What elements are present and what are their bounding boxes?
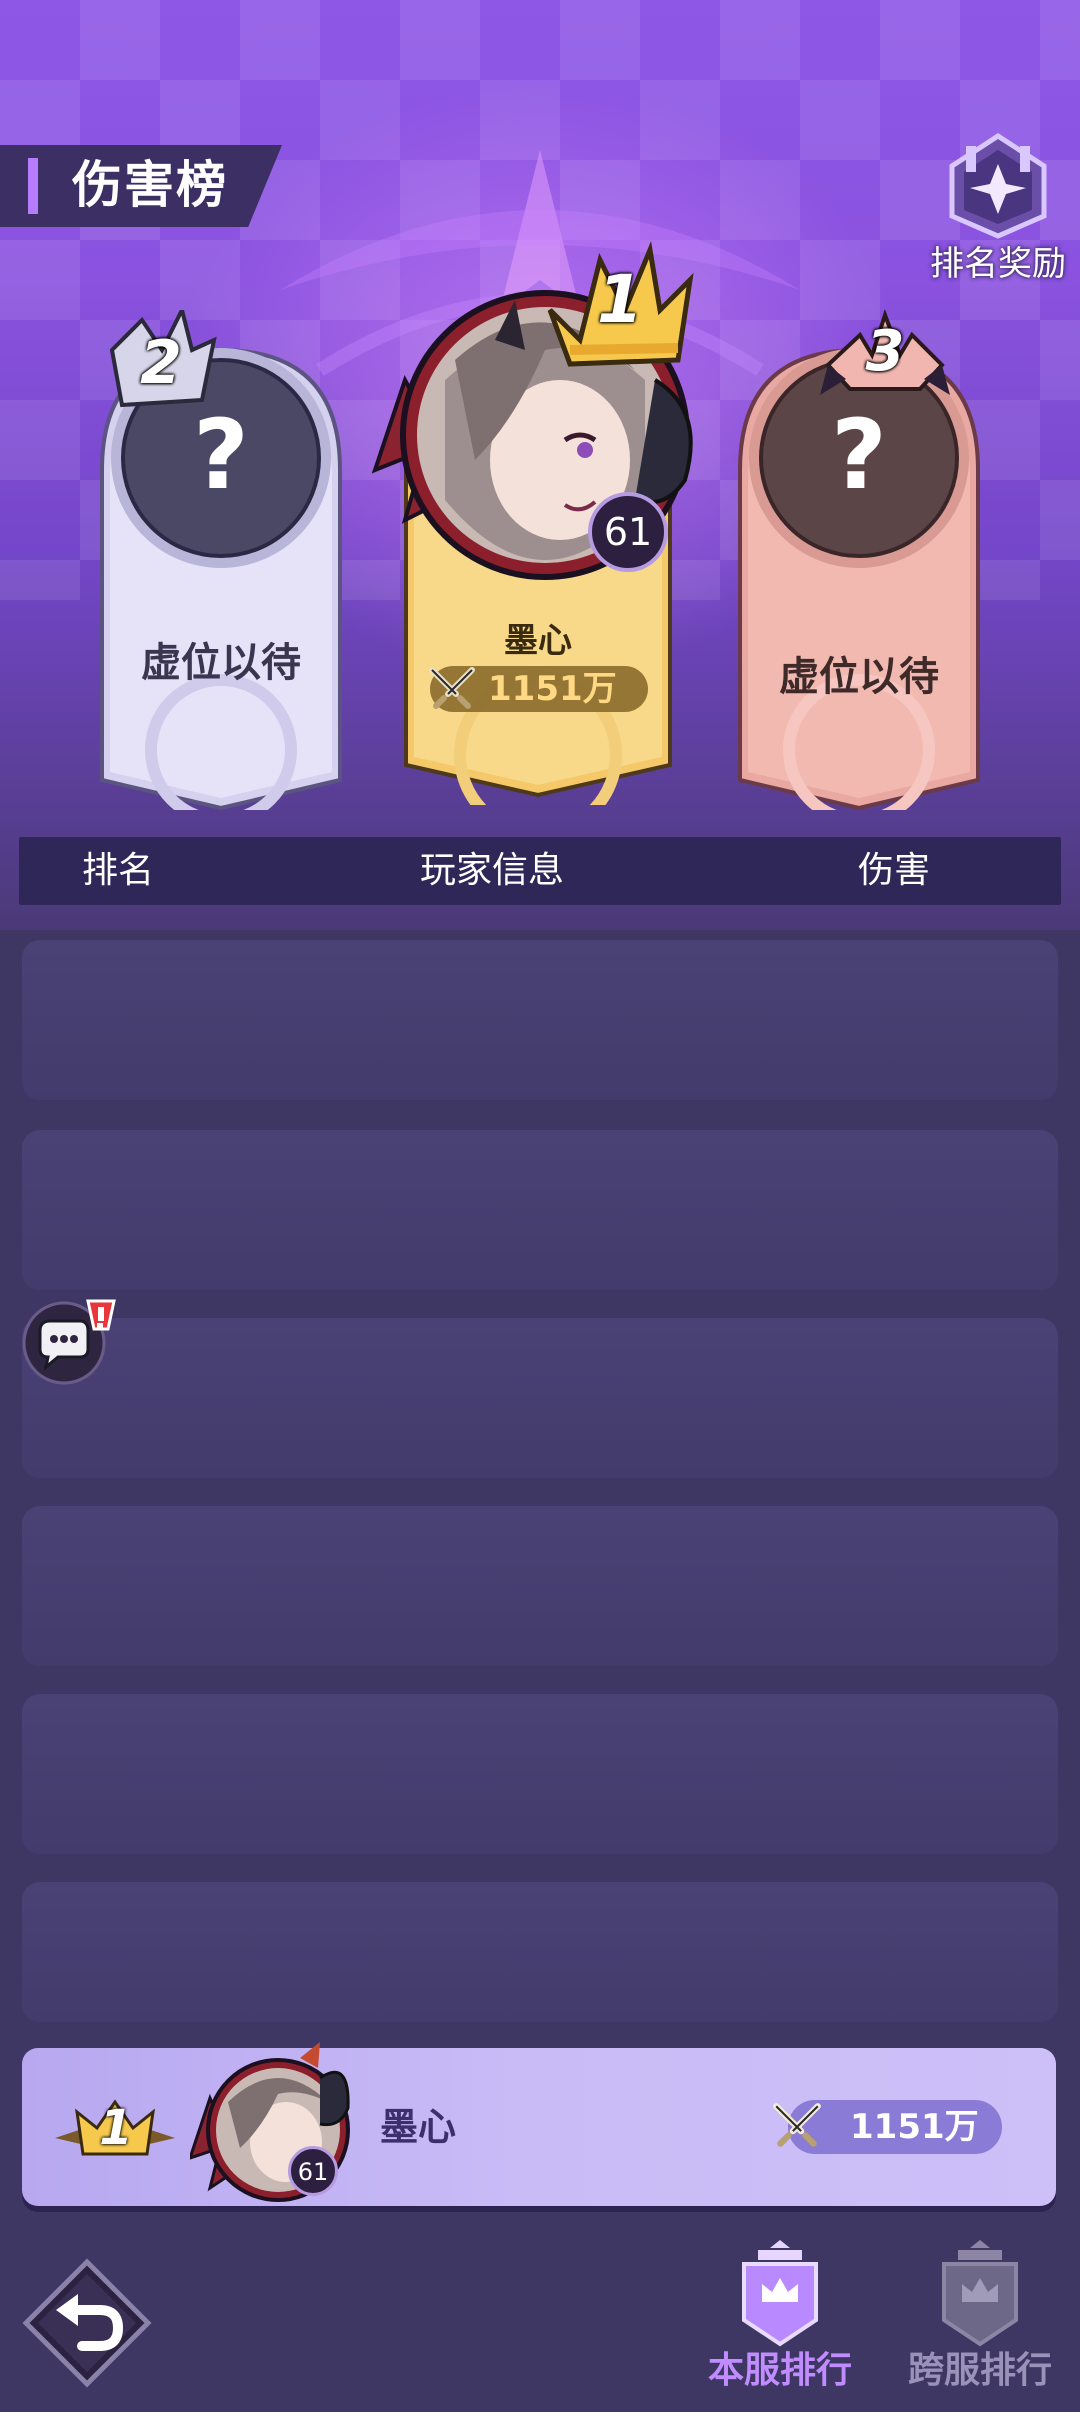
rank-reward-label: 排名奖励 — [930, 244, 1066, 284]
chat-icon — [22, 1299, 116, 1385]
tab-cross-server-label: 跨服排行 — [907, 2350, 1052, 2391]
list-row-empty — [22, 1882, 1058, 2022]
trophy-icon — [949, 133, 1047, 239]
list-row-empty — [22, 940, 1058, 1100]
podium-third-placeholder: 虚位以待 — [779, 654, 939, 700]
column-player-info: 玩家信息 — [420, 850, 565, 891]
title-accent-bar — [28, 158, 38, 214]
rank-1-number: 1 — [597, 261, 643, 338]
question-mark-icon: ? — [831, 399, 887, 511]
podium-first-name: 墨心 — [504, 621, 572, 661]
tab-cross-server-ranking[interactable]: 跨服排行 — [870, 2240, 1080, 2410]
level-value: 61 — [603, 510, 653, 554]
crossed-swords-icon — [773, 2103, 821, 2147]
my-power-value: 1151万 — [850, 2107, 979, 2147]
crossed-swords-icon — [429, 667, 475, 709]
level-badge: 61 — [588, 492, 668, 572]
my-level-badge: 61 — [288, 2146, 338, 2196]
rank-reward-button[interactable]: 排名奖励 — [920, 122, 1076, 284]
tab-local-server-ranking[interactable]: 本服排行 — [670, 2240, 890, 2410]
list-row-empty — [22, 1130, 1058, 1290]
back-button[interactable] — [22, 2258, 152, 2388]
rank-2-badge: 2 — [102, 310, 222, 420]
column-rank: 排名 — [82, 850, 155, 891]
page-title: 伤害榜 — [72, 156, 228, 214]
tab-local-server-label: 本服排行 — [707, 2350, 852, 2391]
list-row-empty — [22, 1318, 1058, 1478]
rank-3-badge: 3 — [820, 305, 950, 405]
my-rank-number: 1 — [99, 2100, 133, 2156]
castle-shield-icon — [942, 2240, 1018, 2347]
list-row-empty — [22, 1506, 1058, 1666]
podium-first-power: 1151万 — [488, 669, 617, 709]
rank-1-crown: 1 — [540, 240, 700, 380]
castle-shield-icon — [742, 2240, 818, 2347]
list-row-empty — [22, 1694, 1058, 1854]
podium-second-placeholder: 虚位以待 — [141, 640, 301, 686]
back-arrow-icon — [22, 2258, 152, 2388]
rank-3-number: 3 — [865, 319, 905, 384]
my-player-name: 墨心 — [380, 2105, 457, 2149]
chat-button[interactable] — [22, 1295, 116, 1385]
column-damage: 伤害 — [858, 850, 931, 891]
rank-2-number: 2 — [140, 328, 182, 398]
my-level-value: 61 — [297, 2158, 329, 2186]
